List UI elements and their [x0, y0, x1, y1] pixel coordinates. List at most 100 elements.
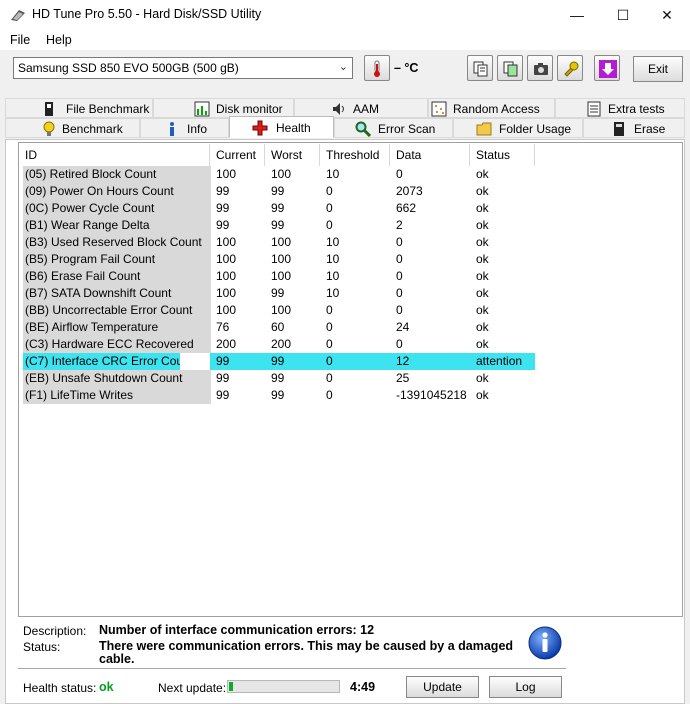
- column-header-id[interactable]: ID: [19, 144, 209, 166]
- attr-id: (BE) Airflow Temperature: [23, 319, 211, 336]
- column-header-worst[interactable]: Worst: [265, 144, 319, 166]
- tab-label: File Benchmark: [66, 102, 150, 116]
- attr-status: ok: [476, 167, 489, 181]
- info-circle-icon: [528, 626, 562, 660]
- column-header-current[interactable]: Current: [210, 144, 262, 166]
- attr-data: 0: [396, 286, 403, 300]
- attr-current: 99: [216, 354, 230, 368]
- description-label: Description:: [23, 624, 87, 638]
- column-header-threshold[interactable]: Threshold: [320, 144, 389, 166]
- next-update-progress: [227, 680, 340, 693]
- attr-current: 100: [216, 252, 237, 266]
- status-label: Status:: [23, 640, 61, 654]
- column-header-status[interactable]: Status: [470, 144, 534, 166]
- progress-fill: [229, 682, 233, 691]
- tab-info[interactable]: Info: [140, 118, 229, 138]
- attr-id: (C3) Hardware ECC Recovered: [23, 336, 211, 353]
- attr-worst: 100: [271, 252, 292, 266]
- copy-options-button[interactable]: [497, 55, 523, 81]
- menu-file[interactable]: File: [10, 33, 30, 47]
- attr-status: ok: [476, 303, 489, 317]
- divider: [18, 668, 566, 669]
- close-button[interactable]: ✕: [644, 0, 690, 30]
- attr-data: 0: [396, 252, 403, 266]
- attr-threshold: 0: [326, 218, 333, 232]
- copy-icon: [473, 61, 488, 77]
- tab-label: Folder Usage: [499, 122, 572, 136]
- attr-data: -1391045218: [396, 388, 467, 402]
- attr-status: ok: [476, 388, 489, 402]
- copy-text-button[interactable]: [467, 55, 493, 81]
- attr-current: 99: [216, 388, 230, 402]
- attr-threshold: 10: [326, 269, 340, 283]
- save-button[interactable]: [594, 55, 620, 81]
- attr-status: ok: [476, 320, 489, 334]
- app-icon: [11, 10, 25, 21]
- chevron-down-icon: ⌄: [338, 61, 348, 73]
- tab-disk-monitor[interactable]: Disk monitor: [153, 98, 294, 118]
- attr-current: 99: [216, 184, 230, 198]
- attr-id: (0C) Power Cycle Count: [23, 200, 211, 217]
- lightbulb-icon: [43, 121, 55, 136]
- tab-file-benchmark[interactable]: File Benchmark: [5, 98, 153, 118]
- window-title: HD Tune Pro 5.50 - Hard Disk/SSD Utility: [32, 7, 262, 21]
- attr-threshold: 10: [326, 167, 340, 181]
- column-header-data[interactable]: Data: [390, 144, 469, 166]
- attr-worst: 99: [271, 388, 285, 402]
- screenshot-button[interactable]: [527, 55, 553, 81]
- menu-help[interactable]: Help: [46, 33, 72, 47]
- tab-random-access[interactable]: Random Access: [428, 98, 555, 118]
- tab-folder-usage[interactable]: Folder Usage: [453, 118, 583, 138]
- attr-worst: 99: [271, 286, 285, 300]
- temperature-value: – °C: [394, 61, 419, 75]
- erase-icon: [614, 122, 624, 136]
- description-text: Number of interface communication errors…: [99, 623, 375, 637]
- tab-extra-tests[interactable]: Extra tests: [555, 98, 685, 118]
- attr-status: ok: [476, 286, 489, 300]
- attr-id: (EB) Unsafe Shutdown Count: [23, 370, 211, 387]
- log-button[interactable]: Log: [489, 676, 562, 698]
- attr-id: (BB) Uncorrectable Error Count: [23, 302, 211, 319]
- attr-worst: 99: [271, 354, 285, 368]
- attr-current: 99: [216, 201, 230, 215]
- health-cross-icon: [252, 120, 268, 136]
- attr-worst: 99: [271, 201, 285, 215]
- tab-benchmark[interactable]: Benchmark: [5, 118, 140, 138]
- tab-health[interactable]: Health: [229, 116, 334, 138]
- attr-data: 662: [396, 201, 417, 215]
- attr-threshold: 0: [326, 337, 333, 351]
- attr-status: attention: [476, 354, 523, 368]
- attr-data: 25: [396, 371, 410, 385]
- attr-current: 100: [216, 235, 237, 249]
- attr-id: (F1) LifeTime Writes: [23, 387, 211, 404]
- thermometer-icon: [374, 60, 380, 77]
- options-button[interactable]: [557, 55, 583, 81]
- tab-label: Health: [276, 121, 311, 135]
- minimize-button[interactable]: —: [554, 0, 600, 30]
- attr-data: 0: [396, 167, 403, 181]
- attr-worst: 100: [271, 269, 292, 283]
- status-text-line2: cable.: [99, 652, 135, 666]
- tab-erase[interactable]: Erase: [583, 118, 685, 138]
- magnifier-icon: [355, 121, 371, 137]
- maximize-button[interactable]: ☐: [600, 0, 646, 30]
- random-access-icon: [431, 101, 447, 117]
- update-button[interactable]: Update: [406, 676, 479, 698]
- tab-aam[interactable]: AAM: [294, 98, 428, 118]
- tab-error-scan[interactable]: Error Scan: [334, 118, 453, 138]
- temperature-button[interactable]: [364, 55, 390, 81]
- tab-label: AAM: [353, 102, 380, 116]
- attr-current: 100: [216, 303, 237, 317]
- attr-worst: 99: [271, 184, 285, 198]
- exit-button[interactable]: Exit: [633, 56, 683, 82]
- health-status-value: ok: [99, 680, 114, 694]
- tab-label: Error Scan: [378, 122, 436, 136]
- attr-threshold: 0: [326, 371, 333, 385]
- attr-status: ok: [476, 235, 489, 249]
- attr-current: 99: [216, 371, 230, 385]
- attr-threshold: 0: [326, 354, 333, 368]
- attr-threshold: 0: [326, 184, 333, 198]
- attr-data: 12: [396, 354, 410, 368]
- drive-select[interactable]: Samsung SSD 850 EVO 500GB (500 gB) ⌄: [13, 57, 353, 79]
- attr-data: 2: [396, 218, 403, 232]
